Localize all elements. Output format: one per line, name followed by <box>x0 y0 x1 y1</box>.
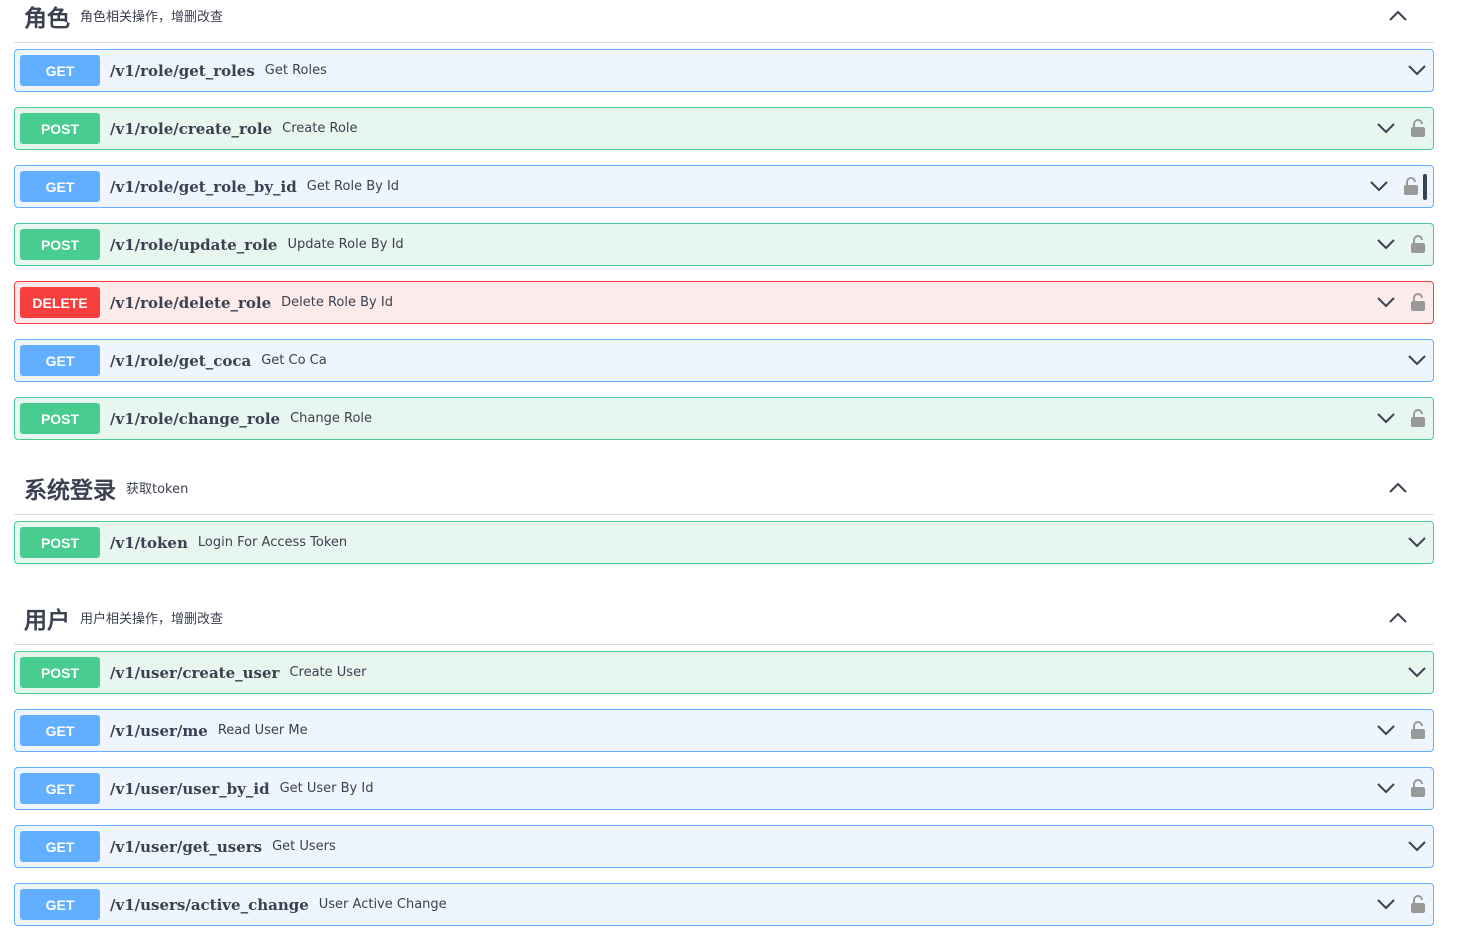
operation-change-role[interactable]: POST /v1/role/change_role Change Role <box>14 397 1434 440</box>
operation-summary: User Active Change <box>318 897 447 912</box>
tag-title: 角色 <box>24 5 70 32</box>
lock-icon[interactable] <box>1403 176 1419 196</box>
tag-description: 获取token <box>126 482 189 497</box>
tag-description: 用户相关操作，增删改查 <box>80 612 224 627</box>
operation-summary: Get User By Id <box>279 781 374 796</box>
operation-summary: Create User <box>289 665 367 680</box>
chevron-down-icon[interactable] <box>1375 408 1397 430</box>
operation-summary: Get Role By Id <box>306 179 400 194</box>
chevron-down-icon[interactable] <box>1375 720 1397 742</box>
operation-summary: Change Role <box>290 411 373 426</box>
operation-summary: Get Users <box>272 839 336 854</box>
chevron-down-icon[interactable] <box>1406 60 1428 82</box>
operation-get-user-by-id[interactable]: GET /v1/user/user_by_id Get User By Id <box>14 767 1434 810</box>
method-badge: DELETE <box>20 287 100 318</box>
operation-path: /v1/role/get_role_by_id <box>110 177 297 196</box>
chevron-down-icon[interactable] <box>1406 836 1428 858</box>
operation-get-role-by-id[interactable]: GET /v1/role/get_role_by_id Get Role By … <box>14 165 1434 208</box>
lock-icon[interactable] <box>1410 894 1426 914</box>
method-badge: GET <box>20 831 100 862</box>
operation-summary: Get Co Ca <box>261 353 327 368</box>
tag-header-role[interactable]: 角色 角色相关操作，增删改查 <box>14 0 1434 43</box>
operation-path: /v1/role/update_role <box>110 235 278 254</box>
tag-header-user[interactable]: 用户 用户相关操作，增删改查 <box>14 591 1434 645</box>
operation-read-user-me[interactable]: GET /v1/user/me Read User Me <box>14 709 1434 752</box>
operation-path: /v1/token <box>110 533 188 552</box>
method-badge: POST <box>20 527 100 558</box>
operation-path: /v1/user/create_user <box>110 663 280 682</box>
operation-path: /v1/role/create_role <box>110 119 273 138</box>
operation-summary: Read User Me <box>217 723 308 738</box>
tag-title: 系统登录 <box>24 477 116 504</box>
chevron-down-icon[interactable] <box>1368 176 1390 198</box>
method-badge: GET <box>20 55 100 86</box>
lock-icon[interactable] <box>1410 234 1426 254</box>
operation-login-token[interactable]: POST /v1/token Login For Access Token <box>14 521 1434 564</box>
chevron-down-icon[interactable] <box>1375 778 1397 800</box>
operation-get-roles[interactable]: GET /v1/role/get_roles Get Roles <box>14 49 1434 92</box>
chevron-down-icon[interactable] <box>1375 894 1397 916</box>
lock-icon[interactable] <box>1410 720 1426 740</box>
operation-path: /v1/user/me <box>110 721 208 740</box>
chevron-up-icon[interactable] <box>1386 606 1410 630</box>
method-badge: GET <box>20 773 100 804</box>
operation-summary: Delete Role By Id <box>281 295 393 310</box>
chevron-down-icon[interactable] <box>1406 350 1428 372</box>
method-badge: GET <box>20 889 100 920</box>
operation-path: /v1/role/change_role <box>110 409 281 428</box>
operation-path: /v1/users/active_change <box>110 895 309 914</box>
operation-path: /v1/role/get_roles <box>110 61 255 80</box>
operation-get-users[interactable]: GET /v1/user/get_users Get Users <box>14 825 1434 868</box>
operation-create-role[interactable]: POST /v1/role/create_role Create Role <box>14 107 1434 150</box>
chevron-down-icon[interactable] <box>1406 662 1428 684</box>
operation-path: /v1/user/get_users <box>110 837 263 856</box>
operation-get-coca[interactable]: GET /v1/role/get_coca Get Co Ca <box>14 339 1434 382</box>
method-badge: POST <box>20 657 100 688</box>
chevron-down-icon[interactable] <box>1406 532 1428 554</box>
method-badge: POST <box>20 403 100 434</box>
text-cursor-icon <box>1423 173 1427 200</box>
tag-title: 用户 <box>24 607 70 634</box>
operation-path: /v1/role/delete_role <box>110 293 272 312</box>
lock-icon[interactable] <box>1410 778 1426 798</box>
chevron-down-icon[interactable] <box>1375 292 1397 314</box>
operation-path: /v1/role/get_coca <box>110 351 252 370</box>
chevron-up-icon[interactable] <box>1386 4 1410 28</box>
operation-delete-role[interactable]: DELETE /v1/role/delete_role Delete Role … <box>14 281 1434 324</box>
chevron-down-icon[interactable] <box>1375 234 1397 256</box>
operation-path: /v1/user/user_by_id <box>110 779 270 798</box>
operation-summary: Update Role By Id <box>287 237 404 252</box>
swagger-operations-page: 角色 角色相关操作，增删改查 GET /v1/role/get_roles Ge… <box>14 0 1434 941</box>
operation-summary: Get Roles <box>264 63 327 78</box>
chevron-down-icon[interactable] <box>1375 118 1397 140</box>
method-badge: GET <box>20 715 100 746</box>
lock-icon[interactable] <box>1410 408 1426 428</box>
lock-icon[interactable] <box>1410 118 1426 138</box>
chevron-up-icon[interactable] <box>1386 476 1410 500</box>
method-badge: GET <box>20 345 100 376</box>
operation-summary: Create Role <box>282 121 358 136</box>
method-badge: POST <box>20 229 100 260</box>
operation-user-active-change[interactable]: GET /v1/users/active_change User Active … <box>14 883 1434 926</box>
method-badge: GET <box>20 171 100 202</box>
method-badge: POST <box>20 113 100 144</box>
tag-description: 角色相关操作，增删改查 <box>80 10 224 25</box>
tag-header-login[interactable]: 系统登录 获取token <box>14 461 1434 515</box>
lock-icon[interactable] <box>1410 292 1426 312</box>
operation-summary: Login For Access Token <box>197 535 348 550</box>
operation-create-user[interactable]: POST /v1/user/create_user Create User <box>14 651 1434 694</box>
operation-update-role[interactable]: POST /v1/role/update_role Update Role By… <box>14 223 1434 266</box>
